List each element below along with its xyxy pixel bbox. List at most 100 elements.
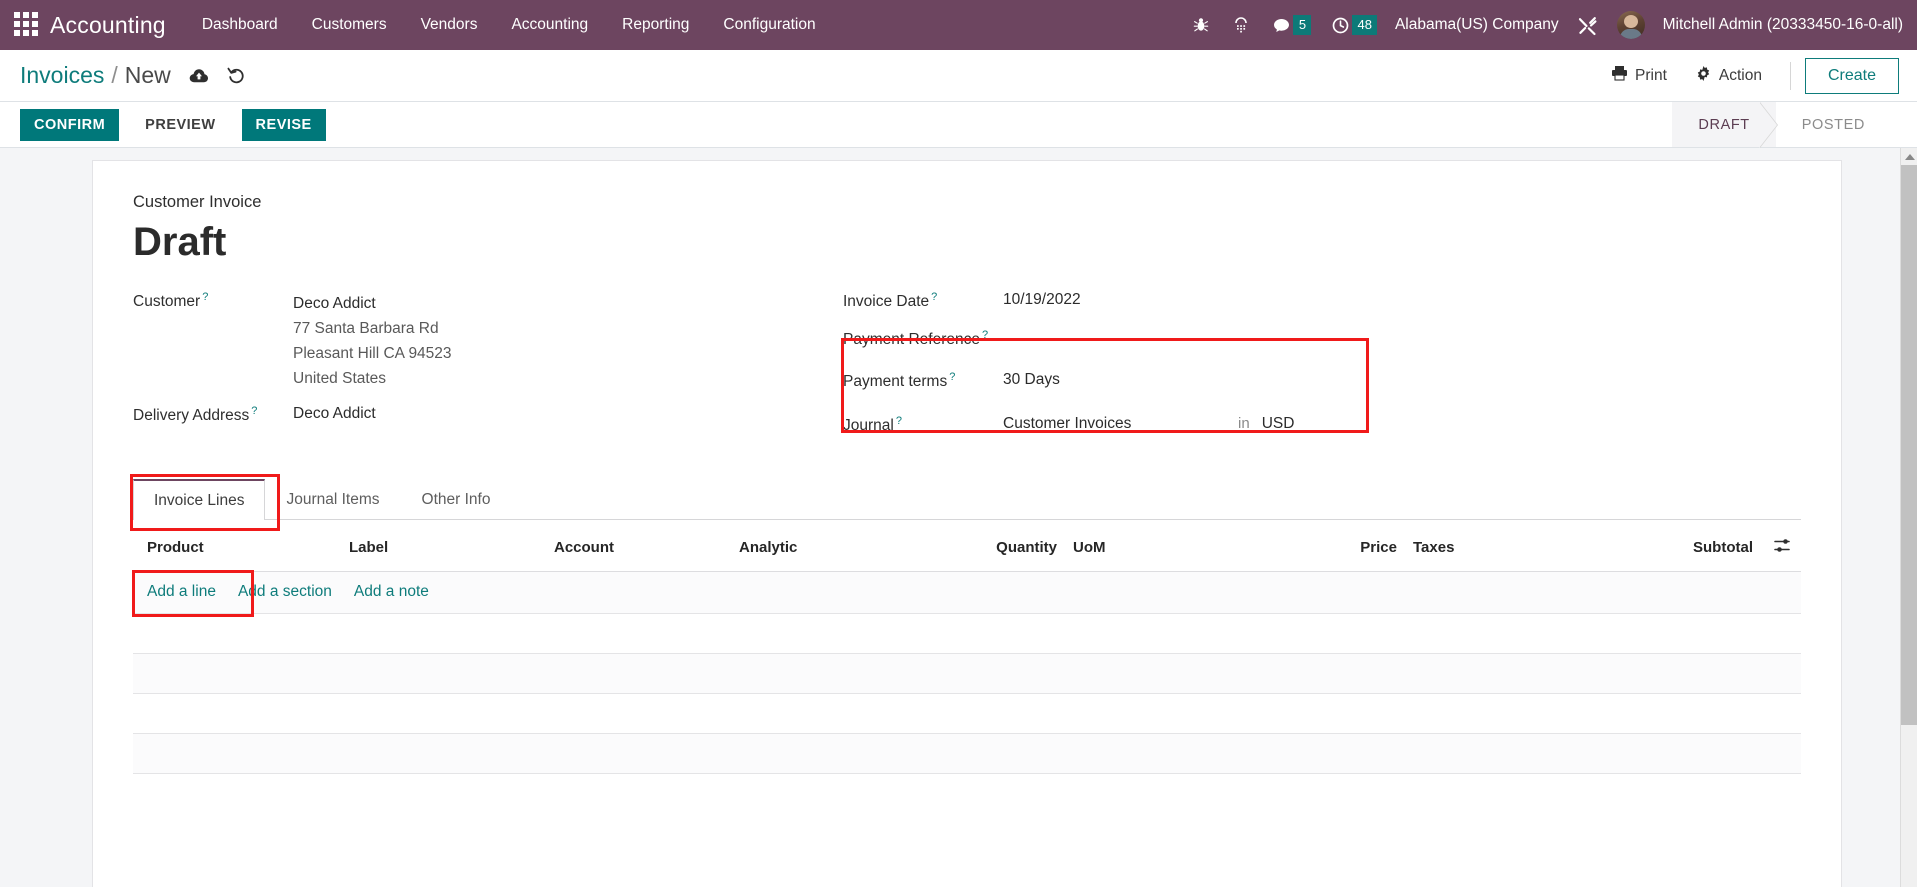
tab-invoice-lines[interactable]: Invoice Lines xyxy=(133,478,266,520)
notebook-tabs: Invoice Lines Journal Items Other Info xyxy=(130,473,1801,531)
payment-reference-label: Payment Reference? xyxy=(843,329,1003,349)
wrench-screwdriver-icon[interactable] xyxy=(1577,14,1599,36)
add-links-group: Add a line Add a section Add a note xyxy=(132,569,1795,617)
scroll-up-arrow[interactable] xyxy=(1901,148,1917,165)
top-navbar: Accounting Dashboard Customers Vendors A… xyxy=(0,0,1917,50)
menu-item-configuration[interactable]: Configuration xyxy=(721,12,817,38)
help-icon-customer[interactable]: ? xyxy=(202,291,208,303)
help-icon-delivery-address[interactable]: ? xyxy=(251,405,257,417)
cloud-upload-icon[interactable] xyxy=(189,68,209,84)
record-save-discard xyxy=(189,67,246,84)
tab-journal-items[interactable]: Journal Items xyxy=(265,479,400,520)
menu-item-vendors[interactable]: Vendors xyxy=(419,12,480,38)
menu-item-accounting[interactable]: Accounting xyxy=(509,12,590,38)
print-button[interactable]: Print xyxy=(1597,59,1681,92)
help-icon-invoice-date[interactable]: ? xyxy=(931,291,937,303)
preview-button[interactable]: PREVIEW xyxy=(131,109,229,141)
journal-label-text: Journal xyxy=(843,416,894,434)
print-label: Print xyxy=(1635,66,1667,84)
col-uom: UoM xyxy=(1063,519,1323,572)
col-account: Account xyxy=(548,519,733,572)
action-button[interactable]: Action xyxy=(1681,59,1776,93)
add-a-note-link[interactable]: Add a note xyxy=(354,583,429,601)
add-a-line-link[interactable]: Add a line xyxy=(147,583,216,601)
empty-cell xyxy=(133,733,1801,774)
breadcrumb-invoices[interactable]: Invoices xyxy=(20,62,104,89)
undo-icon[interactable] xyxy=(227,67,246,84)
printer-icon xyxy=(1611,65,1628,86)
control-panel-actions: Print Action Create xyxy=(1597,57,1899,94)
activities-counter[interactable]: 48 xyxy=(1329,14,1377,36)
phone-keypad-icon[interactable] xyxy=(1230,14,1252,36)
journal-currency-preposition: in xyxy=(1238,414,1250,432)
menu-item-reporting[interactable]: Reporting xyxy=(620,12,691,38)
optional-columns-toggle[interactable] xyxy=(1759,519,1801,572)
field-payment-terms: Payment terms? 30 Days xyxy=(843,371,1523,397)
breadcrumb: Invoices / New xyxy=(20,62,171,89)
form-right-column: Invoice Date? 10/19/2022 Payment Referen… xyxy=(841,291,1523,453)
status-draft[interactable]: DRAFT xyxy=(1672,102,1779,148)
customer-address-city[interactable]: Pleasant Hill CA 94523 xyxy=(293,341,452,366)
toolbar-divider xyxy=(1789,61,1791,90)
help-icon-payment-terms[interactable]: ? xyxy=(949,371,955,383)
delivery-address-label-text: Delivery Address xyxy=(133,407,250,425)
journal-currency-value[interactable]: USD xyxy=(1262,415,1295,433)
col-price: Price xyxy=(1323,519,1403,572)
help-icon-journal[interactable]: ? xyxy=(896,415,902,427)
user-avatar[interactable] xyxy=(1616,11,1645,39)
bug-icon[interactable] xyxy=(1190,14,1212,36)
customer-name[interactable]: Deco Addict xyxy=(293,291,452,316)
field-journal: Journal? Customer Invoices in USD xyxy=(843,415,1523,441)
revise-button[interactable]: REVISE xyxy=(241,108,326,141)
menu-item-dashboard[interactable]: Dashboard xyxy=(200,12,280,38)
action-label: Action xyxy=(1718,66,1762,84)
sliders-icon[interactable] xyxy=(1774,538,1791,557)
status-posted[interactable]: POSTED xyxy=(1775,102,1917,147)
invoice-lines-table: Product Label Account Analytic Quantity … xyxy=(132,519,1801,774)
user-menu[interactable]: Mitchell Admin (20333450-16-0-all) xyxy=(1663,16,1903,34)
field-payment-reference: Payment Reference? xyxy=(843,329,1523,355)
company-switcher[interactable]: Alabama(US) Company xyxy=(1395,16,1559,34)
apps-grid-icon[interactable] xyxy=(14,12,40,38)
help-icon-payment-reference[interactable]: ? xyxy=(982,329,988,341)
form-fields-grid: Customer? Deco Addict 77 Santa Barbara R… xyxy=(133,291,1801,453)
vertical-scrollbar[interactable] xyxy=(1900,148,1917,887)
empty-cell xyxy=(133,693,1801,734)
customer-address-street[interactable]: 77 Santa Barbara Rd xyxy=(293,316,452,341)
clock-icon[interactable] xyxy=(1329,14,1351,36)
chat-bubble-icon[interactable] xyxy=(1270,14,1292,36)
delivery-address-label: Delivery Address? xyxy=(133,405,293,425)
add-line-cell: Add a line Add a section Add a note xyxy=(132,569,1801,617)
scrollbar-thumb[interactable] xyxy=(1901,165,1917,725)
col-label: Label xyxy=(343,519,548,572)
statusbar-buttons: CONFIRM PREVIEW REVISE xyxy=(20,108,338,141)
payment-terms-value[interactable]: 30 Days xyxy=(1003,371,1060,389)
add-a-section-link[interactable]: Add a section xyxy=(238,583,332,601)
control-panel: Invoices / New Print Action Create xyxy=(0,50,1917,102)
document-type-label: Customer Invoice xyxy=(133,193,262,211)
table-row xyxy=(133,613,1801,654)
navbar-right-tools: 5 48 Alabama(US) Company Mitchell Admin … xyxy=(1190,11,1903,39)
invoice-form-sheet: Customer Invoice Draft Customer? Deco Ad… xyxy=(92,160,1842,887)
payment-reference-label-text: Payment Reference xyxy=(843,330,980,348)
tab-other-info[interactable]: Other Info xyxy=(401,479,512,520)
invoice-date-value[interactable]: 10/19/2022 xyxy=(1003,291,1081,309)
messages-counter[interactable]: 5 xyxy=(1270,14,1312,36)
journal-value[interactable]: Customer Invoices xyxy=(1003,415,1238,433)
invoice-lines-body: Add a line Add a section Add a note xyxy=(132,569,1801,774)
col-analytic: Analytic xyxy=(733,519,973,572)
invoice-date-label: Invoice Date? xyxy=(843,291,1003,311)
journal-label: Journal? xyxy=(843,415,1003,435)
table-row xyxy=(133,693,1801,734)
app-brand-accounting[interactable]: Accounting xyxy=(50,12,166,39)
statusbar: CONFIRM PREVIEW REVISE DRAFT POSTED xyxy=(0,102,1917,148)
delivery-address-value[interactable]: Deco Addict xyxy=(293,405,376,423)
customer-address-country[interactable]: United States xyxy=(293,366,452,391)
create-button[interactable]: Create xyxy=(1804,57,1899,94)
table-row xyxy=(133,653,1801,694)
breadcrumb-current-new: New xyxy=(124,62,171,88)
journal-value-group: Customer Invoices in USD xyxy=(1003,415,1294,433)
customer-label: Customer? xyxy=(133,291,293,311)
confirm-button[interactable]: CONFIRM xyxy=(20,108,120,141)
menu-item-customers[interactable]: Customers xyxy=(310,12,389,38)
